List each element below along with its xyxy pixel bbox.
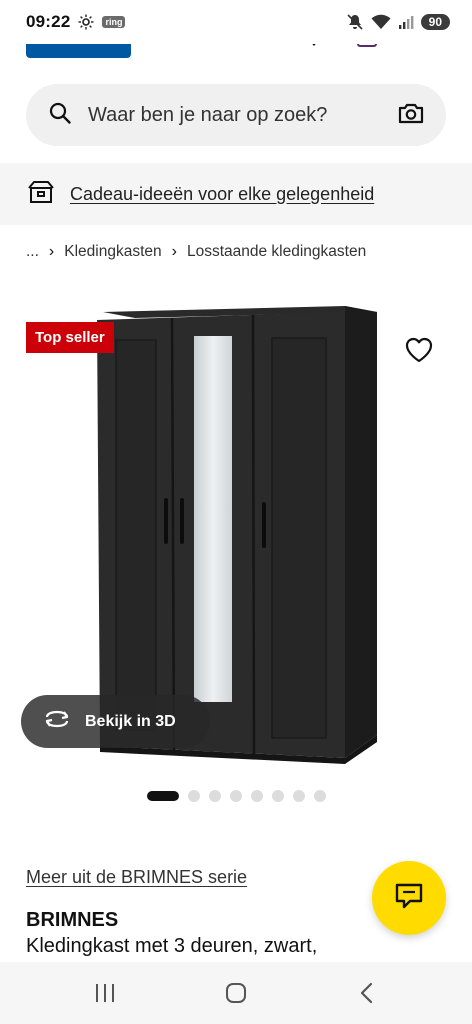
chat-button[interactable] bbox=[372, 861, 446, 935]
ikea-logo[interactable] bbox=[26, 44, 131, 58]
back-button[interactable] bbox=[337, 973, 397, 1013]
carousel-dot[interactable] bbox=[251, 790, 263, 802]
status-time: 09:22 bbox=[26, 12, 71, 31]
camera-search-icon[interactable] bbox=[398, 102, 424, 129]
product-description: Kledingkast met 3 deuren, zwart, bbox=[26, 935, 318, 957]
battery-indicator: 90 bbox=[420, 14, 450, 30]
brightness-icon bbox=[78, 14, 94, 30]
carousel-dot[interactable] bbox=[230, 790, 242, 802]
site-header bbox=[0, 44, 472, 62]
breadcrumb-ellipsis[interactable]: ... bbox=[26, 243, 39, 261]
breadcrumb: ... › Kledingkasten › Losstaande kleding… bbox=[26, 243, 366, 261]
system-navigation-bar bbox=[0, 962, 472, 1024]
top-seller-badge: Top seller bbox=[26, 322, 114, 353]
search-input[interactable]: Waar ben je naar op zoek? bbox=[88, 104, 398, 127]
promo-link[interactable]: Cadeau-ideeën voor elke gelegenheid bbox=[70, 184, 374, 205]
chevron-right-icon: › bbox=[171, 243, 177, 260]
status-bar: 09:22 ring 90 bbox=[0, 0, 472, 44]
product-name: BRIMNES bbox=[26, 909, 119, 931]
carousel-dot[interactable] bbox=[147, 791, 179, 801]
chat-bubble-icon bbox=[394, 882, 424, 915]
view-3d-label: Bekijk in 3D bbox=[85, 712, 176, 730]
user-icon[interactable] bbox=[252, 44, 282, 61]
view-3d-button[interactable]: Bekijk in 3D bbox=[21, 695, 210, 748]
cart-icon[interactable] bbox=[356, 44, 378, 59]
series-link[interactable]: Meer uit de BRIMNES serie bbox=[26, 867, 247, 888]
gift-box-icon bbox=[28, 180, 54, 209]
carousel-dot[interactable] bbox=[293, 790, 305, 802]
recent-apps-button[interactable] bbox=[75, 973, 135, 1013]
carousel-dot[interactable] bbox=[272, 790, 284, 802]
favorite-heart-icon[interactable] bbox=[404, 336, 434, 364]
breadcrumb-item-kledingkasten[interactable]: Kledingkasten bbox=[64, 243, 161, 261]
rotate-3d-icon bbox=[43, 709, 71, 734]
breadcrumb-item-losstaande[interactable]: Losstaande kledingkasten bbox=[187, 243, 366, 261]
carousel-dot[interactable] bbox=[314, 790, 326, 802]
carousel-pagination bbox=[147, 790, 326, 802]
carousel-dot[interactable] bbox=[209, 790, 221, 802]
search-icon bbox=[48, 101, 72, 130]
chevron-right-icon: › bbox=[48, 243, 55, 260]
menu-icon[interactable] bbox=[407, 44, 431, 59]
search-bar[interactable]: Waar ben je naar op zoek? bbox=[26, 84, 446, 146]
wifi-icon bbox=[371, 14, 391, 30]
carousel-dot[interactable] bbox=[188, 790, 200, 802]
home-button[interactable] bbox=[206, 973, 266, 1013]
ring-app-icon: ring bbox=[102, 16, 126, 28]
signal-icon bbox=[398, 14, 414, 30]
promo-banner[interactable]: Cadeau-ideeën voor elke gelegenheid bbox=[0, 163, 472, 225]
heart-icon[interactable] bbox=[306, 44, 322, 59]
mute-icon bbox=[346, 13, 364, 31]
